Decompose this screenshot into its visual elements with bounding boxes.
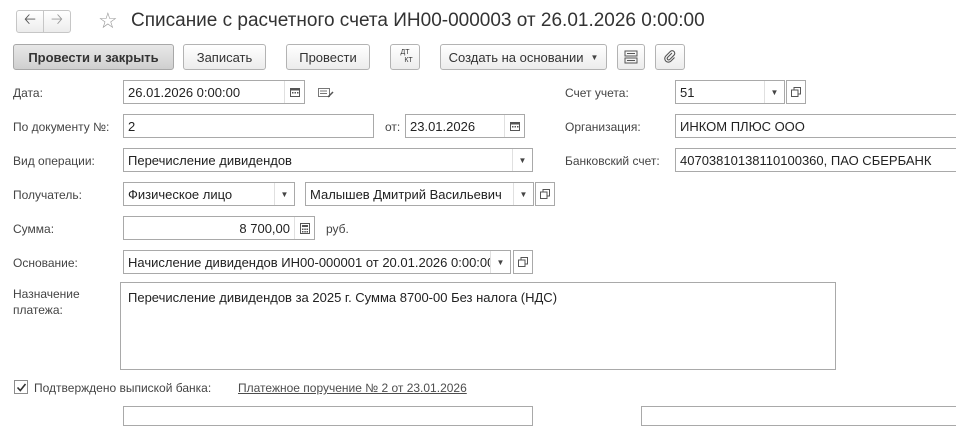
recipient-value: Малышев Дмитрий Васильевич (310, 186, 502, 202)
date-label: Дата: (13, 86, 43, 100)
post-and-close-button[interactable]: Провести и закрыть (13, 44, 174, 70)
partial-field-right[interactable] (641, 406, 956, 426)
payment-purpose-label-line2: платежа: (13, 303, 63, 317)
chevron-down-icon[interactable]: ▼ (274, 183, 294, 205)
recipient-type-value: Физическое лицо (128, 186, 233, 202)
payment-purpose-textarea[interactable]: Перечисление дивидендов за 2025 г. Сумма… (120, 282, 836, 370)
page-title: Списание с расчетного счета ИН00-000003 … (131, 10, 705, 31)
recipient-label: Получатель: (13, 188, 82, 202)
kt-label: КТ (404, 57, 413, 64)
basis-label: Основание: (13, 256, 78, 270)
arrow-left-icon: 🡠 (23, 11, 37, 28)
doc-number-value: 2 (128, 118, 136, 134)
doc-date-value: 23.01.2026 (410, 118, 476, 134)
forward-button[interactable]: 🡢 (43, 10, 71, 33)
dtkt-button[interactable]: ДТ КТ (390, 44, 420, 70)
open-window-icon (540, 189, 550, 199)
attach-file-button[interactable] (655, 44, 685, 70)
partial-field-left[interactable] (123, 406, 533, 426)
confirmed-label: Подтверждено выпиской банка: (34, 381, 212, 395)
payment-purpose-label-line1: Назначение (13, 287, 80, 301)
arrow-right-icon: 🡢 (50, 11, 64, 28)
doc-number-field[interactable]: 2 (123, 114, 374, 138)
account-field[interactable]: 51 ▼ (675, 80, 785, 104)
amount-field[interactable]: 8 700,00 (123, 216, 315, 240)
payment-purpose-label: Назначение платежа: (13, 286, 80, 318)
payment-order-link[interactable]: Платежное поручение № 2 от 23.01.2026 (238, 381, 467, 395)
chevron-down-icon[interactable]: ▼ (513, 183, 533, 205)
calendar-icon[interactable] (504, 115, 524, 137)
organization-label: Организация: (565, 120, 641, 134)
doc-from-label: от: (385, 120, 401, 134)
basis-value: Начисление дивидендов ИН00-000001 от 20.… (128, 254, 490, 270)
date-value: 26.01.2026 0:00:00 (128, 84, 241, 100)
post-button[interactable]: Провести (286, 44, 370, 70)
recipient-type-select[interactable]: Физическое лицо ▼ (123, 182, 295, 206)
calendar-icon[interactable] (284, 81, 304, 103)
chevron-down-icon[interactable]: ▼ (512, 149, 532, 171)
date-field[interactable]: 26.01.2026 0:00:00 (123, 80, 305, 104)
organization-value: ИНКОМ ПЛЮС ООО (680, 118, 805, 134)
amount-value: 8 700,00 (239, 220, 290, 236)
chevron-down-icon[interactable]: ▼ (490, 251, 510, 273)
favorite-star-icon[interactable]: ☆ (98, 8, 118, 34)
save-button[interactable]: Записать (183, 44, 266, 70)
recipient-open-button[interactable] (535, 182, 555, 206)
operation-type-select[interactable]: Перечисление дивидендов ▼ (123, 148, 533, 172)
doc-date-field[interactable]: 23.01.2026 (405, 114, 525, 138)
dt-label: ДТ (400, 49, 410, 56)
structure-button[interactable] (617, 44, 645, 70)
calculator-icon[interactable] (294, 217, 314, 239)
chevron-down-icon[interactable]: ▼ (764, 81, 784, 103)
operation-type-label: Вид операции: (13, 154, 95, 168)
account-open-button[interactable] (786, 80, 806, 104)
organization-field[interactable]: ИНКОМ ПЛЮС ООО (675, 114, 956, 138)
checkmark-icon (16, 383, 26, 392)
edit-note-icon[interactable] (318, 87, 334, 102)
operation-type-value: Перечисление дивидендов (128, 152, 292, 168)
create-based-on-button[interactable]: Создать на основании ▼ (440, 44, 607, 70)
back-button[interactable]: 🡠 (16, 10, 44, 33)
confirmed-checkbox[interactable] (14, 380, 28, 394)
structure-icon (624, 50, 638, 64)
open-window-icon (791, 87, 801, 97)
bank-account-field[interactable]: 40703810138110100360, ПАО СБЕРБАНК (675, 148, 956, 172)
paperclip-icon (664, 50, 676, 63)
recipient-select[interactable]: Малышев Дмитрий Васильевич ▼ (305, 182, 534, 206)
basis-select[interactable]: Начисление дивидендов ИН00-000001 от 20.… (123, 250, 511, 274)
amount-label: Сумма: (13, 222, 55, 236)
create-based-on-label: Создать на основании (448, 49, 584, 65)
chevron-down-icon: ▼ (590, 52, 599, 62)
basis-open-button[interactable] (513, 250, 533, 274)
bank-account-label: Банковский счет: (565, 154, 660, 168)
bank-account-value: 40703810138110100360, ПАО СБЕРБАНК (680, 152, 932, 168)
account-value: 51 (680, 84, 695, 100)
doc-number-label: По документу №: (13, 120, 110, 134)
open-window-icon (518, 257, 528, 267)
account-label: Счет учета: (565, 86, 629, 100)
currency-label: руб. (326, 222, 349, 236)
